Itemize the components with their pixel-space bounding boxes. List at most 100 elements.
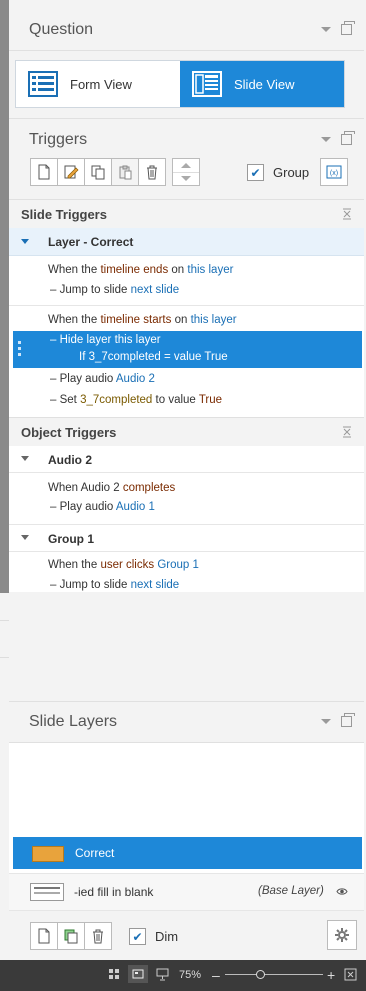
action-target[interactable]: Audio 1 [116, 501, 155, 513]
collapse-chevron-icon[interactable] [321, 27, 331, 32]
normal-view-button[interactable] [128, 965, 148, 983]
move-up-icon[interactable] [173, 159, 199, 173]
paste-trigger-button[interactable] [112, 158, 139, 186]
trigger-timeline-ends[interactable]: When the timeline ends on this layer [48, 264, 233, 276]
trigger-event[interactable]: timeline starts [100, 314, 171, 326]
edit-trigger-button[interactable] [58, 158, 85, 186]
trigger-on: on [174, 314, 188, 326]
action-target[interactable]: next slide [131, 579, 180, 591]
slide-view-button[interactable]: Slide View [180, 61, 344, 107]
restore-window-icon[interactable] [341, 21, 355, 35]
action-target[interactable]: next slide [131, 284, 180, 296]
action-label: Set [59, 394, 77, 406]
presenter-icon[interactable] [156, 968, 169, 981]
zoom-out-icon[interactable]: – [212, 967, 220, 983]
slide-layers-panel: Slide Layers [9, 701, 364, 744]
action-target[interactable]: this layer [115, 334, 161, 346]
trigger-event[interactable]: timeline ends [100, 264, 168, 276]
variables-button[interactable]: (x) [320, 158, 348, 186]
slide-view-icon [132, 969, 144, 979]
action-jump-next-2[interactable]: – Jump to slide next slide [50, 579, 179, 591]
collapse-chevron-icon[interactable] [321, 137, 331, 142]
action-play-audio-1[interactable]: – Play audio Audio 1 [50, 501, 155, 513]
collapse-all-icon[interactable] [342, 426, 352, 438]
dash: – [50, 394, 57, 406]
base-layer-row[interactable]: -ied fill in blank (Base Layer) [9, 873, 364, 911]
restore-window-icon[interactable] [341, 713, 355, 727]
delete-trigger-button[interactable] [139, 158, 166, 186]
action-jump-next[interactable]: – Jump to slide next slide [50, 284, 179, 296]
triggers-toolbar [30, 158, 200, 186]
object-triggers-header[interactable]: Object Triggers [9, 417, 364, 447]
grid-view-icon[interactable] [108, 968, 120, 980]
trigger-object[interactable]: Audio 2 [81, 482, 120, 494]
expand-arrow-icon[interactable] [21, 239, 29, 244]
action-variable[interactable]: 3_7completed [80, 394, 152, 406]
trigger-event[interactable]: completes [123, 482, 175, 494]
zoom-slider-thumb[interactable] [256, 970, 265, 979]
collapse-all-icon[interactable] [342, 208, 352, 220]
move-trigger-stepper[interactable] [172, 158, 200, 186]
new-trigger-button[interactable] [30, 158, 58, 186]
restore-window-icon[interactable] [341, 131, 355, 145]
action-condition[interactable]: If 3_7completed = value True [79, 351, 228, 363]
timeline-edge [0, 620, 9, 658]
selected-action-hide-layer[interactable]: – Hide layer this layer If 3_7completed … [13, 331, 362, 368]
view-toggle: Form View Slide View [15, 60, 345, 108]
action-to: to value [155, 394, 196, 406]
trash-icon [93, 929, 103, 944]
audio-2-group[interactable]: Audio 2 [9, 446, 364, 473]
copy-trigger-button[interactable] [85, 158, 112, 186]
trigger-timeline-starts[interactable]: When the timeline starts on this layer [48, 314, 237, 326]
layer-correct-row[interactable]: Correct [13, 837, 362, 869]
collapse-chevron-icon[interactable] [321, 719, 331, 724]
expand-arrow-icon[interactable] [21, 456, 29, 461]
trigger-object[interactable]: this layer [191, 314, 237, 326]
group-toggle[interactable]: ✔ Group [247, 164, 309, 181]
trigger-user-clicks[interactable]: When the user clicks Group 1 [48, 559, 199, 571]
group-1-group[interactable]: Group 1 [9, 524, 364, 552]
fit-to-window-icon[interactable] [344, 968, 357, 981]
eye-icon[interactable] [336, 887, 348, 896]
form-view-icon [28, 71, 58, 97]
action-play-audio-2[interactable]: – Play audio Audio 2 [50, 373, 155, 385]
expand-arrow-icon[interactable] [21, 535, 29, 540]
action-set-variable[interactable]: – Set 3_7completed to value True [50, 394, 222, 406]
new-document-icon [38, 164, 50, 180]
action-target[interactable]: Audio 2 [116, 373, 155, 385]
group-checkbox[interactable]: ✔ [247, 164, 264, 181]
trigger-object[interactable]: this layer [187, 264, 233, 276]
slide-triggers-header[interactable]: Slide Triggers [9, 199, 364, 229]
layer-properties-button[interactable] [327, 920, 357, 950]
move-down-icon[interactable] [173, 173, 199, 186]
question-title: Question [29, 21, 94, 38]
trigger-audio-completes[interactable]: When Audio 2 completes [48, 482, 175, 494]
zoom-in-icon[interactable]: + [327, 967, 335, 983]
trigger-event[interactable]: user clicks [100, 559, 154, 571]
trigger-on: on [171, 264, 185, 276]
action-label: Jump to slide [59, 579, 128, 591]
layer-correct-group[interactable]: Layer - Correct [9, 228, 364, 256]
edit-icon [64, 165, 79, 179]
object-triggers-title: Object Triggers [21, 425, 117, 440]
duplicate-icon [64, 929, 78, 944]
dim-toggle[interactable]: ✔ Dim [129, 928, 178, 945]
zoom-slider[interactable] [225, 974, 323, 975]
group-label: Audio 2 [48, 453, 92, 467]
action-label: Play audio [59, 501, 114, 513]
trigger-object[interactable]: Group 1 [157, 559, 199, 571]
action-label: Jump to slide [59, 284, 128, 296]
dim-checkbox[interactable]: ✔ [129, 928, 146, 945]
delete-layer-button[interactable] [85, 922, 112, 950]
duplicate-layer-button[interactable] [58, 922, 85, 950]
drag-handle-icon[interactable] [18, 341, 21, 357]
trigger-when: When the [48, 264, 98, 276]
layer-name[interactable]: -ied fill in blank [74, 885, 153, 899]
dash: – [50, 373, 57, 385]
new-layer-button[interactable] [30, 922, 58, 950]
layer-name[interactable]: Correct [75, 846, 114, 860]
form-view-button[interactable]: Form View [16, 61, 180, 107]
triggers-header: Triggers [9, 119, 364, 159]
action-value[interactable]: True [199, 394, 222, 406]
divider [9, 305, 364, 306]
